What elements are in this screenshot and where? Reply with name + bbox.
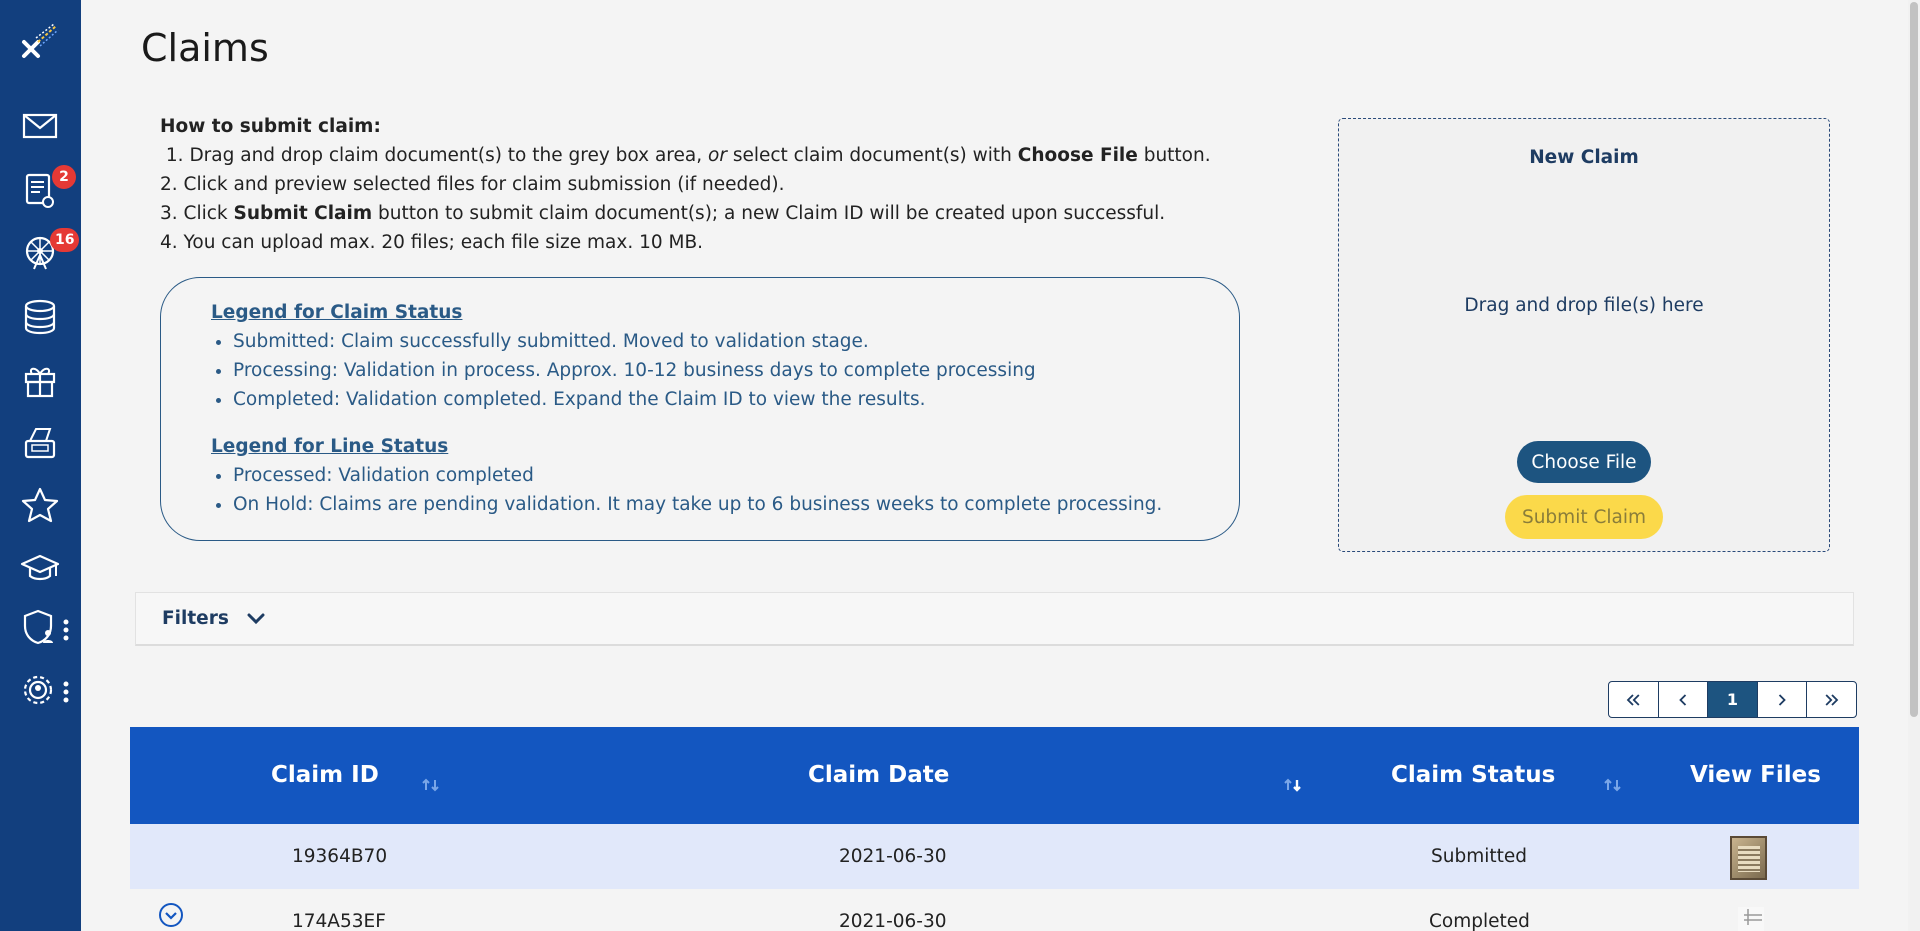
cell-claim-date: 2021-06-30 [839,846,947,867]
howto-instructions: How to submit claim: 1. Drag and drop cl… [160,112,1211,257]
header-view-files: View Files [1690,762,1821,788]
howto-step-4: 4. You can upload max. 20 files; each fi… [160,232,704,253]
prev-page-button[interactable] [1659,682,1709,717]
last-page-button[interactable] [1807,682,1856,717]
cell-claim-status: Completed [1429,911,1530,931]
legend-line-list: Processed: Validation completed On Hold:… [233,461,1239,519]
mail-icon[interactable] [16,102,64,150]
step-text: 3. Click [160,203,234,224]
dropzone-hint: Drag and drop file(s) here [1464,295,1704,316]
sort-icon[interactable] [420,777,444,793]
legend-item: Submitted: Claim successfully submitted.… [233,327,1239,356]
header-claim-date[interactable]: Claim Date [808,762,949,788]
step-emphasis: or [708,145,727,166]
step-text: select claim document(s) with [726,145,1018,166]
step-text: button to submit claim document(s); a ne… [372,203,1166,224]
header-claim-status[interactable]: Claim Status [1391,762,1555,788]
howto-step-1: 1. Drag and drop claim document(s) to th… [160,141,1211,170]
step-bold: Choose File [1017,145,1138,166]
filters-panel[interactable]: Filters [135,592,1854,646]
documents-badge: 2 [52,165,76,189]
cell-claim-status: Submitted [1431,846,1528,867]
scrollbar-thumb[interactable] [1910,2,1918,717]
legend-claim-heading: Legend for Claim Status [211,302,463,323]
legend-line-heading: Legend for Line Status [211,436,449,457]
table-row[interactable]: 19364B70 2021-06-30 Submitted [130,824,1859,889]
howto-heading: How to submit claim: [160,116,381,137]
page-scrollbar[interactable] [1908,0,1920,931]
file-thumbnail[interactable] [1730,836,1767,880]
ferris-wheel-badge: 16 [50,228,80,252]
cell-claim-id: 174A53EF [292,911,386,931]
legend-claim-list: Submitted: Claim successfully submitted.… [233,327,1239,414]
gift-icon[interactable] [16,356,64,404]
header-claim-id[interactable]: Claim ID [271,762,379,788]
howto-step-3: 3. Click Submit Claim button to submit c… [160,199,1211,228]
claims-table: Claim ID Claim Date Claim Status View Fi… [130,727,1859,931]
cell-claim-id: 19364B70 [292,846,388,867]
pagination: 1 [1608,681,1857,718]
step-text: Drag and drop claim document(s) to the g… [189,145,708,166]
choose-file-button[interactable]: Choose File [1517,441,1651,483]
coins-icon[interactable] [16,293,64,341]
sort-desc-icon[interactable] [1282,777,1306,793]
legend-box: Legend for Claim Status Submitted: Claim… [160,277,1240,541]
legend-item: Processing: Validation in process. Appro… [233,356,1239,385]
chevron-right-icon [1778,693,1786,706]
sidebar: 2 16 [0,0,81,931]
step-text: button. [1137,145,1211,166]
step-bold: Submit Claim [233,203,373,224]
shield-user-icon[interactable] [16,603,64,651]
new-claim-title: New Claim [1529,147,1639,168]
more-dots-icon[interactable] [63,618,69,642]
page-number-button[interactable]: 1 [1708,682,1758,717]
submit-claim-button[interactable]: Submit Claim [1505,495,1663,539]
more-dots-icon[interactable] [63,680,69,704]
next-page-button[interactable] [1758,682,1808,717]
page-title: Claims [141,26,269,70]
table-header: Claim ID Claim Date Claim Status View Fi… [130,727,1859,824]
filters-label: Filters [162,608,229,629]
app-logo-icon[interactable] [16,18,64,66]
file-thumbnail[interactable] [1736,903,1766,931]
expand-row-icon[interactable] [158,902,184,928]
howto-step-2: 2. Click and preview selected files for … [160,174,785,195]
step-number: 1. [165,145,184,166]
new-claim-dropzone[interactable]: New Claim Drag and drop file(s) here Cho… [1338,118,1830,552]
graduation-cap-icon[interactable] [16,544,64,592]
double-chevron-left-icon [1627,693,1640,706]
logo-graphic [22,23,59,58]
cell-claim-date: 2021-06-30 [839,911,947,931]
star-icon[interactable] [16,481,64,529]
double-chevron-right-icon [1825,693,1838,706]
settings-user-icon[interactable] [16,666,64,714]
chevron-left-icon [1679,693,1687,706]
cash-register-icon[interactable] [16,419,64,467]
sort-icon[interactable] [1602,777,1626,793]
table-row[interactable]: 174A53EF 2021-06-30 Completed [130,889,1859,931]
legend-item: Processed: Validation completed [233,461,1239,490]
chevron-down-icon [247,613,265,625]
legend-item: Completed: Validation completed. Expand … [233,385,1239,414]
first-page-button[interactable] [1609,682,1659,717]
legend-item: On Hold: Claims are pending validation. … [233,490,1239,519]
